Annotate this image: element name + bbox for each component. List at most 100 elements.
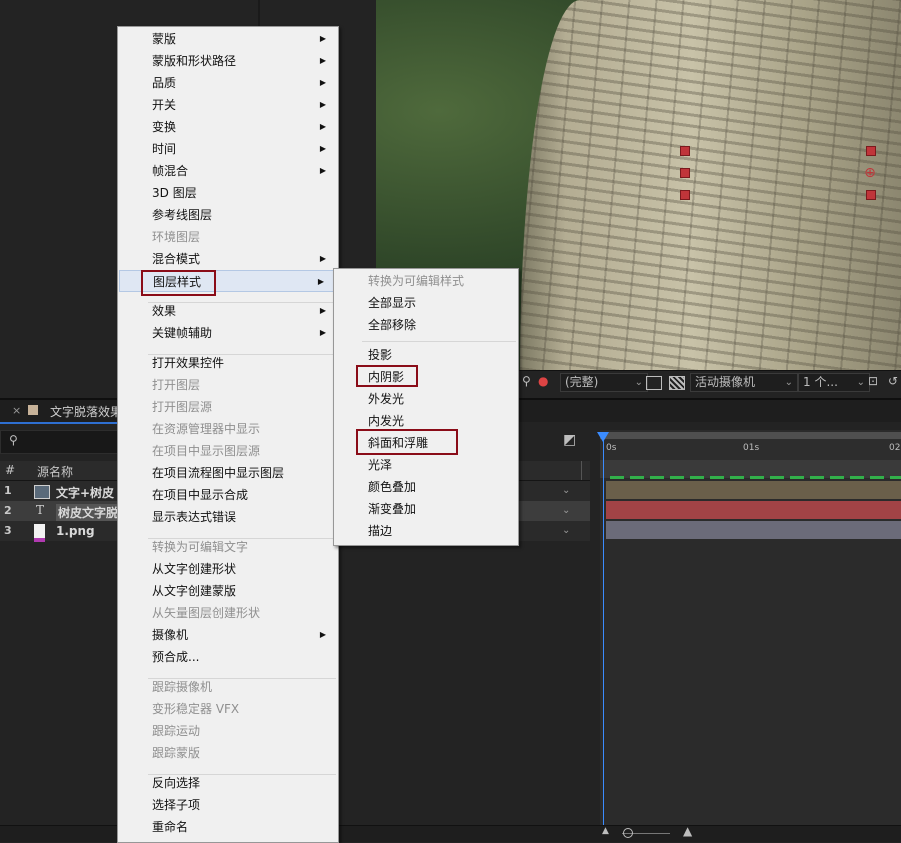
menu-item: 转换为可编辑文字 (118, 536, 336, 558)
mask-handle[interactable] (680, 168, 690, 178)
menu-item[interactable]: 选择子项 (118, 794, 336, 816)
menu-item[interactable]: 预合成... (118, 646, 336, 668)
submenu-item[interactable]: 光泽 (334, 454, 516, 476)
submenu-arrow-icon: ▶ (319, 56, 326, 65)
current-time-indicator[interactable] (597, 432, 609, 442)
reset-exposure-icon[interactable]: ↺ (888, 373, 898, 390)
menu-item[interactable]: 变换 ▶ (118, 116, 336, 138)
menu-item[interactable]: 从文字创建形状 (118, 558, 336, 580)
highlight-box (356, 429, 458, 455)
menu-item-label: 重命名 (152, 820, 189, 834)
close-tab-icon[interactable]: × (12, 404, 21, 417)
submenu-item-label: 描边 (368, 524, 393, 538)
menu-item[interactable]: 效果 ▶ (118, 300, 336, 322)
menu-item-label: 变形稳定器 VFX (152, 702, 240, 716)
menu-item[interactable]: 打开效果控件 (118, 352, 336, 374)
ruler-label-1s: 01s (743, 443, 760, 453)
submenu-item[interactable]: 渐变叠加 (334, 498, 516, 520)
menu-item[interactable]: 3D 图层 (118, 182, 336, 204)
submenu-item[interactable]: 颜色叠加 (334, 476, 516, 498)
chevron-down-icon[interactable]: ⌄ (562, 505, 570, 516)
menu-item: 跟踪蒙版 (118, 742, 336, 764)
menu-item: 在项目中显示图层源 (118, 440, 336, 462)
menu-item[interactable]: 反向选择 (118, 772, 336, 794)
submenu-arrow-icon: ▶ (319, 78, 326, 87)
menu-item-label: 在资源管理器中显示 (152, 422, 261, 436)
views-dropdown[interactable]: 1 个... ⌄ (798, 373, 870, 392)
submenu-item[interactable]: 描边 (334, 520, 516, 542)
submenu-item[interactable]: 全部移除 (334, 314, 516, 336)
text-layer-icon: T (36, 503, 45, 517)
menu-item-label: 反向选择 (152, 776, 201, 790)
current-time-indicator-line[interactable] (603, 432, 604, 825)
region-of-interest-icon[interactable] (646, 376, 662, 390)
menu-item[interactable]: 显示表达式错误 (118, 506, 336, 528)
mask-handle[interactable] (866, 146, 876, 156)
menu-item[interactable]: 从文字创建蒙版 (118, 580, 336, 602)
menu-item-label: 参考线图层 (152, 208, 213, 222)
submenu-item[interactable]: 全部显示 (334, 292, 516, 314)
work-area-bar[interactable] (600, 432, 901, 439)
menu-item-label: 在项目中显示合成 (152, 488, 249, 502)
menu-item[interactable]: 重命名 (118, 816, 336, 838)
anchor-point-icon[interactable]: ⊕ (862, 165, 878, 181)
chevron-down-icon: ⌄ (634, 377, 643, 388)
column-divider (581, 461, 582, 480)
submenu-item-label: 外发光 (368, 392, 405, 406)
menu-item[interactable]: 在项目中显示合成 (118, 484, 336, 506)
camera-dropdown[interactable]: 活动摄像机 ⌄ (690, 373, 798, 392)
layer-search-input[interactable]: ⚲ (0, 430, 122, 454)
menu-item[interactable]: 在项目流程图中显示图层 (118, 462, 336, 484)
mask-handle[interactable] (680, 190, 690, 200)
menu-item[interactable]: 蒙版和形状路径 ▶ (118, 50, 336, 72)
menu-item-label: 跟踪摄像机 (152, 680, 213, 694)
menu-item[interactable]: 摄像机 ▶ (118, 624, 336, 646)
highlight-box (141, 270, 216, 296)
layer-number: 1 (4, 484, 12, 497)
menu-item[interactable]: 品质 ▶ (118, 72, 336, 94)
mask-handle[interactable] (866, 190, 876, 200)
menu-item[interactable]: 参考线图层 (118, 204, 336, 226)
menu-item[interactable]: 蒙版 ▶ (118, 28, 336, 50)
menu-item[interactable]: 开关 ▶ (118, 94, 336, 116)
ruler-label-2s: 02 (889, 443, 901, 453)
layer-duration-bar[interactable] (606, 481, 901, 499)
layer-duration-bar[interactable] (606, 521, 901, 539)
submenu-item[interactable]: 外发光 (334, 388, 516, 410)
submenu-item-label: 颜色叠加 (368, 480, 417, 494)
submenu-item[interactable]: 投影 (334, 344, 516, 366)
menu-item-label: 从文字创建形状 (152, 562, 237, 576)
toggle-pixel-icon[interactable]: ⊡ (868, 373, 878, 390)
column-number-header: # (5, 463, 16, 477)
menu-item-label: 变换 (152, 120, 177, 134)
channel-icon[interactable]: ● (538, 373, 548, 390)
menu-item-label: 摄像机 (152, 628, 189, 642)
zoom-slider-handle[interactable] (623, 828, 633, 838)
layer-context-menu: 蒙版 ▶ 蒙版和形状路径 ▶ 品质 ▶ 开关 ▶ 变换 ▶ 时间 ▶ 帧混合 ▶ 3D 图层 参考线图层 环境图… (117, 26, 339, 843)
submenu-arrow-icon: ▶ (319, 34, 326, 43)
submenu-arrow-icon: ▶ (319, 254, 326, 263)
submenu-arrow-icon: ▶ (319, 630, 326, 639)
menu-item[interactable]: 关键帧辅助 ▶ (118, 322, 336, 344)
menu-item: 环境图层 (118, 226, 336, 248)
resolution-dropdown[interactable]: (完整) ⌄ (560, 373, 648, 392)
layer-duration-bar[interactable] (606, 501, 901, 519)
menu-item-label: 混合模式 (152, 252, 201, 266)
menu-item[interactable]: 帧混合 ▶ (118, 160, 336, 182)
menu-item-label: 品质 (152, 76, 177, 90)
menu-item[interactable]: 时间 ▶ (118, 138, 336, 160)
chevron-down-icon[interactable]: ⌄ (562, 525, 570, 536)
graph-editor-icon[interactable]: ◩ (563, 432, 576, 448)
mask-handle[interactable] (680, 146, 690, 156)
zoom-in-icon[interactable]: ▲ (683, 824, 692, 838)
menu-item-label: 显示表达式错误 (152, 510, 237, 524)
transparency-grid-icon[interactable] (669, 376, 685, 390)
menu-item[interactable]: 混合模式 ▶ (118, 248, 336, 270)
snapshot-icon[interactable]: ⚲ (522, 373, 531, 390)
chevron-down-icon[interactable]: ⌄ (562, 485, 570, 496)
timeline-tab-label[interactable]: 文字脱落效果 (50, 403, 120, 420)
menu-item-label: 打开效果控件 (152, 356, 225, 370)
chevron-down-icon: ⌄ (856, 377, 865, 388)
zoom-out-icon[interactable]: ▲ (602, 826, 609, 836)
column-source-name-header[interactable]: 源名称 (37, 463, 73, 480)
